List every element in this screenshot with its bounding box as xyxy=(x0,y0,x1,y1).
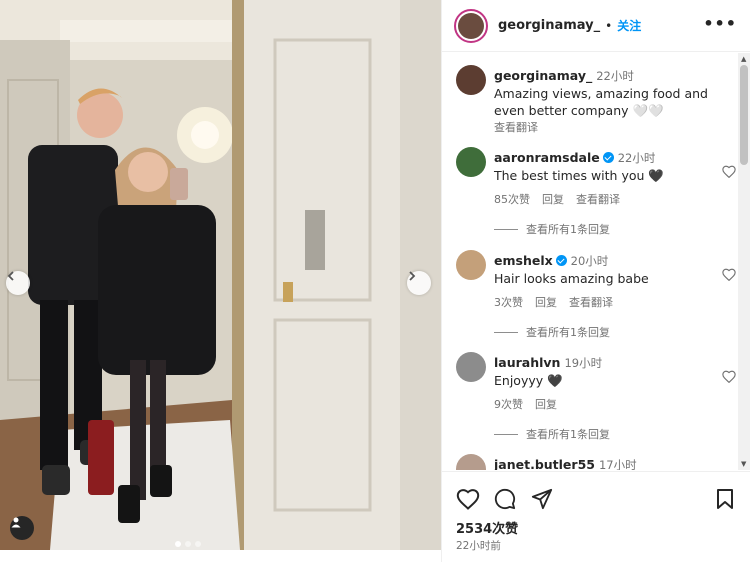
author-avatar[interactable] xyxy=(454,8,488,43)
post-timestamp: 22小时前 xyxy=(456,540,501,552)
view-replies-label: 查看所有1条回复 xyxy=(526,326,610,339)
comment-likes[interactable]: 85次赞 xyxy=(494,193,530,206)
carousel-indicator xyxy=(175,541,201,547)
reply-button[interactable]: 回复 xyxy=(535,296,557,309)
comment-text: Hair looks amazing babe xyxy=(494,271,649,286)
post-side-panel: georginamay_ • 关注 ••• georginamay_ 22小时 A… xyxy=(441,0,750,562)
commenter-username[interactable]: janet.butler55 xyxy=(494,457,595,470)
author-username[interactable]: georginamay_ xyxy=(498,18,600,33)
carousel-dot xyxy=(195,541,201,547)
caption-avatar[interactable] xyxy=(456,65,486,95)
commenter-username[interactable]: laurahlvn xyxy=(494,355,560,370)
translate-link[interactable]: 查看翻译 xyxy=(576,193,620,206)
reply-button[interactable]: 回复 xyxy=(542,193,564,206)
caption-time: 22小时 xyxy=(596,69,634,83)
comment-text: Enjoyyy 🖤 xyxy=(494,373,563,388)
like-heart-icon[interactable] xyxy=(456,488,480,510)
heart-icon[interactable] xyxy=(722,370,736,383)
commenter-avatar[interactable] xyxy=(456,352,486,382)
verified-badge-icon xyxy=(555,255,567,266)
commenter-avatar[interactable] xyxy=(456,454,486,470)
user-icon xyxy=(11,517,21,528)
scroll-up-arrow-icon[interactable]: ▲ xyxy=(741,55,746,63)
photo-illustration xyxy=(0,0,441,550)
comments-scrollbar[interactable]: ▲ ▼ xyxy=(738,53,750,470)
carousel-dot xyxy=(185,541,191,547)
comment-time: 19小时 xyxy=(564,356,603,370)
caption-username[interactable]: georginamay_ xyxy=(494,68,592,83)
comment-time: 20小时 xyxy=(570,254,609,268)
comment-time: 17小时 xyxy=(598,458,637,470)
bookmark-icon[interactable] xyxy=(716,488,734,510)
post-actions: 2534次赞 22小时前 xyxy=(442,471,750,562)
next-photo-button[interactable] xyxy=(407,271,431,295)
view-replies-label: 查看所有1条回复 xyxy=(526,428,610,441)
share-send-icon[interactable] xyxy=(531,488,553,510)
commenter-avatar[interactable] xyxy=(456,250,486,280)
like-count[interactable]: 2534次赞 xyxy=(456,518,518,537)
comment-icon[interactable] xyxy=(494,488,516,510)
comments-list[interactable]: georginamay_ 22小时 Amazing views, amazing … xyxy=(442,53,742,470)
reply-button[interactable]: 回复 xyxy=(535,398,557,411)
view-replies-link[interactable]: 查看所有1条回复 xyxy=(494,221,610,237)
commenter-username[interactable]: aaronramsdale xyxy=(494,150,600,165)
caption-text: Amazing views, amazing food and even bet… xyxy=(494,86,708,118)
more-icon[interactable]: ••• xyxy=(703,14,737,33)
comment-time: 22小时 xyxy=(617,151,656,165)
translate-link[interactable]: 查看翻译 xyxy=(569,296,613,309)
view-replies-link[interactable]: 查看所有1条回复 xyxy=(494,426,610,442)
commenter-username[interactable]: emshelx xyxy=(494,253,553,268)
scrollbar-thumb[interactable] xyxy=(740,65,748,165)
scroll-down-arrow-icon[interactable]: ▼ xyxy=(741,460,746,468)
follow-button[interactable]: 关注 xyxy=(617,17,641,34)
tagged-users-button[interactable] xyxy=(10,516,34,540)
view-replies-link[interactable]: 查看所有1条回复 xyxy=(494,324,610,340)
chevron-right-icon xyxy=(409,271,416,281)
caption-translate-link[interactable]: 查看翻译 xyxy=(494,121,538,134)
separator-dot: • xyxy=(605,18,613,33)
comment-likes[interactable]: 9次赞 xyxy=(494,398,523,411)
heart-icon[interactable] xyxy=(722,268,736,281)
post-photo[interactable] xyxy=(0,0,441,550)
post-header: georginamay_ • 关注 ••• xyxy=(442,0,750,52)
carousel-dot xyxy=(175,541,181,547)
commenter-avatar[interactable] xyxy=(456,147,486,177)
comment-text: The best times with you 🖤 xyxy=(494,168,664,183)
previous-photo-button[interactable] xyxy=(6,271,30,295)
chevron-left-icon xyxy=(7,271,14,281)
view-replies-label: 查看所有1条回复 xyxy=(526,223,610,236)
comment-likes[interactable]: 3次赞 xyxy=(494,296,523,309)
verified-badge-icon xyxy=(602,152,614,163)
heart-icon[interactable] xyxy=(722,165,736,178)
